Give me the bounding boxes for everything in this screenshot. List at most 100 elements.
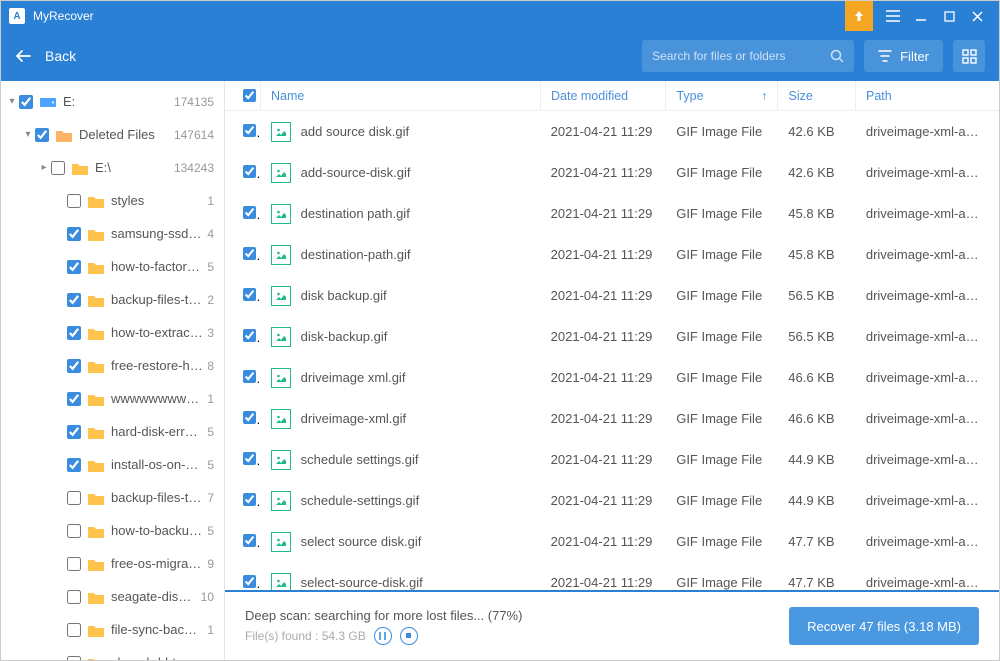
tree-row[interactable]: ▸E:\134243	[1, 151, 224, 184]
file-row[interactable]: select source disk.gif2021-04-21 11:29GI…	[225, 521, 999, 562]
tree-checkbox[interactable]	[67, 524, 81, 538]
file-row[interactable]: schedule-settings.gif2021-04-21 11:29GIF…	[225, 480, 999, 521]
file-date: 2021-04-21 11:29	[541, 206, 667, 221]
file-checkbox[interactable]	[243, 575, 256, 588]
tree-row[interactable]: free-os-migratio...9	[1, 547, 224, 580]
filter-label: Filter	[900, 49, 929, 64]
tree-count: 174135	[174, 95, 214, 109]
file-checkbox[interactable]	[243, 329, 256, 342]
grid-view-button[interactable]	[953, 40, 985, 72]
file-date: 2021-04-21 11:29	[541, 288, 667, 303]
tree-checkbox[interactable]	[67, 392, 81, 406]
file-row[interactable]: schedule settings.gif2021-04-21 11:29GIF…	[225, 439, 999, 480]
tree-checkbox[interactable]	[67, 194, 81, 208]
stop-button[interactable]	[400, 627, 418, 645]
header-date[interactable]: Date modified	[541, 81, 666, 110]
search-input[interactable]	[652, 49, 824, 63]
file-checkbox[interactable]	[243, 370, 256, 383]
file-type: GIF Image File	[666, 288, 778, 303]
tree-row[interactable]: backup-files-to-...2	[1, 283, 224, 316]
file-size: 45.8 KB	[778, 206, 856, 221]
maximize-button[interactable]	[935, 1, 963, 31]
tree-row[interactable]: ▾E:174135	[1, 85, 224, 118]
tree-row[interactable]: file-sync-backup...1	[1, 613, 224, 646]
tree-checkbox[interactable]	[67, 623, 81, 637]
file-row[interactable]: destination-path.gif2021-04-21 11:29GIF …	[225, 234, 999, 275]
tree-label: free-os-migratio...	[111, 556, 203, 571]
tree-row[interactable]: install-os-on-mu...5	[1, 448, 224, 481]
tree-label: backup-files-to-...	[111, 292, 203, 307]
tree-row[interactable]: samsung-ssd-i...4	[1, 217, 224, 250]
tree-checkbox[interactable]	[67, 227, 81, 241]
file-thumb-icon	[271, 573, 291, 591]
file-row[interactable]: driveimage-xml.gif2021-04-21 11:29GIF Im…	[225, 398, 999, 439]
tree-row[interactable]: wwwwwwwwwwwv 1	[1, 382, 224, 415]
menu-button[interactable]	[879, 1, 907, 31]
tree-row[interactable]: clone-hdd-to-ss...	[1, 646, 224, 660]
select-all-checkbox[interactable]	[243, 89, 256, 102]
tree-row[interactable]: free-restore-hp-r...8	[1, 349, 224, 382]
file-name: schedule settings.gif	[301, 452, 419, 467]
tree-checkbox[interactable]	[67, 491, 81, 505]
tree-checkbox[interactable]	[19, 95, 33, 109]
tree-row[interactable]: seagate-disk-cl...10	[1, 580, 224, 613]
file-row[interactable]: add source disk.gif2021-04-21 11:29GIF I…	[225, 111, 999, 152]
minimize-button[interactable]	[907, 1, 935, 31]
tree-row[interactable]: hard-disk-error-...5	[1, 415, 224, 448]
header-path[interactable]: Path	[856, 81, 991, 110]
tree-checkbox[interactable]	[67, 557, 81, 571]
tree-checkbox[interactable]	[67, 260, 81, 274]
file-row[interactable]: add-source-disk.gif2021-04-21 11:29GIF I…	[225, 152, 999, 193]
file-row[interactable]: select-source-disk.gif2021-04-21 11:29GI…	[225, 562, 999, 590]
tree-checkbox[interactable]	[67, 359, 81, 373]
recover-button[interactable]: Recover 47 files (3.18 MB)	[789, 607, 979, 645]
file-thumb-icon	[271, 327, 291, 347]
tree-caret-icon[interactable]: ▾	[21, 129, 35, 140]
tree-row[interactable]: how-to-factory-re...5	[1, 250, 224, 283]
tree-checkbox[interactable]	[67, 425, 81, 439]
back-button[interactable]: Back	[15, 48, 76, 64]
tree-row[interactable]: ▾Deleted Files147614	[1, 118, 224, 151]
titlebar: A MyRecover	[1, 1, 999, 31]
file-row[interactable]: driveimage xml.gif2021-04-21 11:29GIF Im…	[225, 357, 999, 398]
file-row[interactable]: disk backup.gif2021-04-21 11:29GIF Image…	[225, 275, 999, 316]
close-button[interactable]	[963, 1, 991, 31]
tree-caret-icon[interactable]: ▸	[37, 162, 51, 173]
tree-checkbox[interactable]	[35, 128, 49, 142]
filter-button[interactable]: Filter	[864, 40, 943, 72]
tree-row[interactable]: backup-files-to-...7	[1, 481, 224, 514]
file-checkbox[interactable]	[243, 534, 256, 547]
file-checkbox[interactable]	[243, 452, 256, 465]
pause-button[interactable]	[374, 627, 392, 645]
file-path: driveimage-xml-alternati...	[856, 288, 991, 303]
tree-checkbox[interactable]	[67, 326, 81, 340]
file-checkbox[interactable]	[243, 247, 256, 260]
tree-checkbox[interactable]	[67, 293, 81, 307]
file-size: 56.5 KB	[778, 329, 856, 344]
tree-checkbox[interactable]	[67, 458, 81, 472]
file-checkbox[interactable]	[243, 165, 256, 178]
tree-checkbox[interactable]	[67, 590, 81, 604]
file-checkbox[interactable]	[243, 411, 256, 424]
file-checkbox[interactable]	[243, 288, 256, 301]
file-row[interactable]: destination path.gif2021-04-21 11:29GIF …	[225, 193, 999, 234]
file-row[interactable]: disk-backup.gif2021-04-21 11:29GIF Image…	[225, 316, 999, 357]
tree-caret-icon[interactable]: ▾	[5, 96, 19, 107]
tree-checkbox[interactable]	[51, 161, 65, 175]
tree-row[interactable]: styles1	[1, 184, 224, 217]
tree-count: 1	[207, 392, 214, 406]
upgrade-button[interactable]	[845, 1, 873, 31]
header-name[interactable]: Name	[261, 81, 541, 110]
tree-row[interactable]: how-to-extract-in...3	[1, 316, 224, 349]
arrow-left-icon	[15, 49, 31, 63]
file-checkbox[interactable]	[243, 493, 256, 506]
file-checkbox[interactable]	[243, 124, 256, 137]
tree-label: wwwwwwwwwwwv	[111, 391, 203, 406]
tree-label: free-restore-hp-r...	[111, 358, 203, 373]
search-box[interactable]	[642, 40, 854, 72]
header-size[interactable]: Size	[778, 81, 856, 110]
header-type[interactable]: Type ↑	[666, 81, 778, 110]
tree-row[interactable]: how-to-backup-...5	[1, 514, 224, 547]
tree-checkbox[interactable]	[67, 656, 81, 661]
file-checkbox[interactable]	[243, 206, 256, 219]
